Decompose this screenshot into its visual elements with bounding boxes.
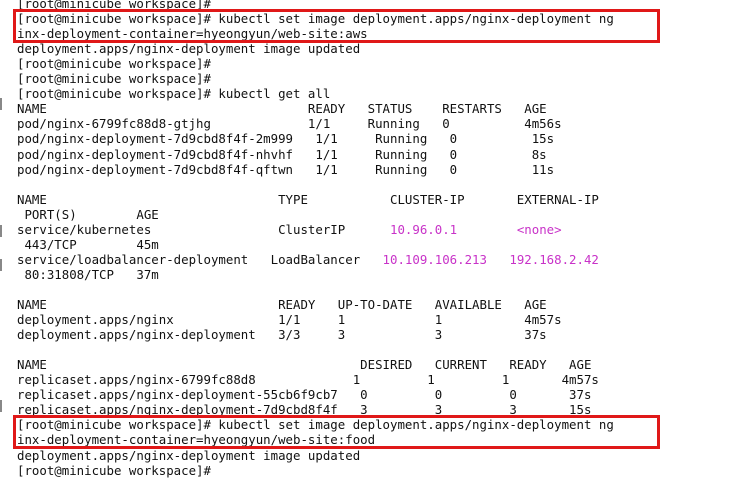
terminal-line: [root@minicube workspace]# kubectl set i… <box>17 11 614 27</box>
scroll-gutter-mark <box>0 225 6 237</box>
terminal-line: deployment.apps/nginx 1/1 1 1 4m57s <box>17 312 562 328</box>
terminal-line: replicaset.apps/nginx-deployment-7d9cbd8… <box>17 402 592 418</box>
terminal-line: [root@minicube workspace]# <box>17 71 211 87</box>
terminal-line: pod/nginx-6799fc88d8-gtjhg 1/1 Running 0… <box>17 116 562 132</box>
scroll-gutter-mark <box>0 259 6 271</box>
terminal-window[interactable]: [root@minicube workspace]# [root@minicube… <box>0 0 751 478</box>
terminal-line: deployment.apps/nginx-deployment image u… <box>17 447 361 463</box>
terminal-line: NAME READY UP-TO-DATE AVAILABLE AGE <box>17 297 547 312</box>
terminal-line: 80:31808/TCP 37m <box>17 266 159 282</box>
line-segment <box>487 252 509 267</box>
terminal-line: deployment.apps/nginx-deployment image u… <box>17 41 361 57</box>
terminal-line: pod/nginx-deployment-7d9cbd8f4f-2m999 1/… <box>17 131 555 147</box>
terminal-line: [root@minicube workspace]# <box>17 0 211 11</box>
terminal-line: [root@minicube workspace]# kubectl set i… <box>17 417 614 433</box>
terminal-line: NAME TYPE CLUSTER-IP EXTERNAL-IP <box>17 191 599 207</box>
terminal-line: inx-deployment-container=hyeongyun/web-s… <box>17 432 376 448</box>
highlighted-value: 192.168.2.42 <box>509 251 599 267</box>
line-segment: service/kubernetes ClusterIP <box>17 221 390 237</box>
terminal-line: [root@minicube workspace]# kubectl get a… <box>17 86 331 102</box>
line-segment <box>457 222 517 237</box>
terminal-line: [root@minicube workspace]# <box>17 462 211 478</box>
terminal-line: inx-deployment-container=hyeongyun/web-s… <box>17 26 368 42</box>
terminal-line: 443/TCP 45m <box>17 236 159 252</box>
terminal-line: pod/nginx-deployment-7d9cbd8f4f-qftwn 1/… <box>17 161 555 177</box>
terminal-line: [root@minicube workspace]# <box>17 56 211 72</box>
highlighted-value: 10.96.0.1 <box>390 221 458 237</box>
terminal-line: PORT(S) AGE <box>17 206 159 222</box>
terminal-line: service/kubernetes ClusterIP 10.96.0.1 <… <box>17 222 562 237</box>
terminal-line: deployment.apps/nginx-deployment 3/3 3 3… <box>17 327 547 343</box>
terminal-line: replicaset.apps/nginx-6799fc88d8 1 1 1 4… <box>17 372 599 388</box>
highlighted-value: 10.109.106.213 <box>382 251 487 267</box>
scroll-gutter-mark <box>0 98 6 110</box>
highlighted-value: <none> <box>516 221 562 237</box>
terminal-line: replicaset.apps/nginx-deployment-55cb6f9… <box>17 387 592 403</box>
scroll-gutter-mark <box>0 400 6 412</box>
terminal-line: pod/nginx-deployment-7d9cbd8f4f-nhvhf 1/… <box>17 146 547 162</box>
terminal-line: NAME READY STATUS RESTARTS AGE <box>17 101 547 117</box>
terminal-line: service/loadbalancer-deployment LoadBala… <box>17 252 599 267</box>
line-segment: service/loadbalancer-deployment LoadBala… <box>17 251 383 267</box>
terminal-line: NAME DESIRED CURRENT READY AGE <box>17 357 592 373</box>
